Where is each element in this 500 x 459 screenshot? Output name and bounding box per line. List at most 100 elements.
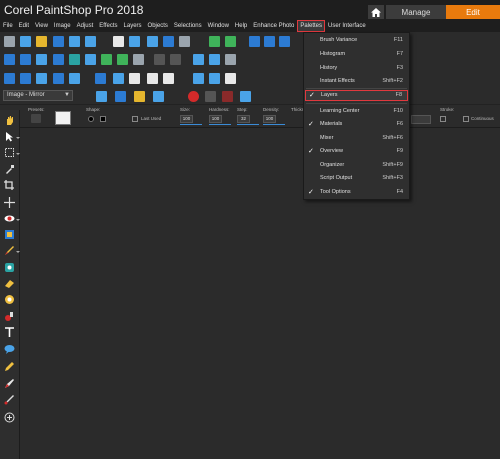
- dropper-tool[interactable]: [3, 163, 15, 175]
- menu-item-history[interactable]: History F3: [304, 63, 409, 74]
- menu-file[interactable]: File: [0, 20, 16, 32]
- script-folder-icon[interactable]: [134, 91, 145, 102]
- resize-icon[interactable]: [179, 36, 190, 47]
- tool-s-icon[interactable]: [113, 73, 124, 84]
- tool-k-icon[interactable]: [209, 54, 220, 65]
- menu-item-overview[interactable]: ✓ Overview F9: [304, 146, 409, 157]
- tool-p-icon[interactable]: [53, 73, 64, 84]
- tool-d-icon[interactable]: [53, 54, 64, 65]
- tool-x-icon[interactable]: [209, 73, 220, 84]
- tool-j-icon[interactable]: [193, 54, 204, 65]
- share-icon[interactable]: [113, 36, 124, 47]
- mirror-icon[interactable]: [163, 36, 174, 47]
- hardness-input[interactable]: 100: [209, 115, 222, 123]
- menu-adjust[interactable]: Adjust: [74, 20, 97, 32]
- menu-palettes[interactable]: Palettes: [297, 20, 325, 32]
- makeover-tool[interactable]: [3, 228, 15, 240]
- dodge-tool[interactable]: [3, 293, 15, 305]
- warp-tool[interactable]: [3, 377, 15, 389]
- tool-n-icon[interactable]: [20, 73, 31, 84]
- eraser-tool[interactable]: [3, 277, 15, 289]
- fill-tool[interactable]: [3, 310, 15, 322]
- tool-o-icon[interactable]: [36, 73, 47, 84]
- script-select[interactable]: Image - Mirror ▼: [3, 90, 73, 101]
- rotation-input[interactable]: [411, 115, 431, 124]
- tool-v-icon[interactable]: [163, 73, 174, 84]
- brush-preview[interactable]: [55, 111, 71, 125]
- tool-b-icon[interactable]: [20, 54, 31, 65]
- tool-l-icon[interactable]: [225, 54, 236, 65]
- menu-help[interactable]: Help: [232, 20, 250, 32]
- tool-a-icon[interactable]: [4, 54, 15, 65]
- menu-item-organizer[interactable]: Organizer Shift+F9: [304, 160, 409, 171]
- tool-c-icon[interactable]: [36, 54, 47, 65]
- menu-effects[interactable]: Effects: [96, 20, 120, 32]
- menu-item-tool-options[interactable]: ✓ Tool Options F4: [304, 187, 409, 198]
- tab-edit[interactable]: Edit: [446, 5, 500, 19]
- tool-u-icon[interactable]: [147, 73, 158, 84]
- save-script-icon[interactable]: [240, 91, 251, 102]
- move-tool[interactable]: [3, 196, 15, 208]
- text-tool[interactable]: [3, 326, 15, 338]
- tab-manage[interactable]: Manage: [386, 5, 446, 19]
- menu-item-instant-effects[interactable]: Instant Effects Shift+F2: [304, 76, 409, 87]
- tool-m-icon[interactable]: [4, 73, 15, 84]
- tool-q-icon[interactable]: [69, 73, 80, 84]
- chevron-down-icon[interactable]: [16, 153, 20, 155]
- menu-image[interactable]: Image: [51, 20, 74, 32]
- tool-g-icon[interactable]: [101, 54, 112, 65]
- workspace-canvas[interactable]: [21, 128, 500, 459]
- run-script-icon[interactable]: [96, 91, 107, 102]
- redo-icon[interactable]: [170, 54, 181, 65]
- pick-tool[interactable]: [3, 130, 15, 142]
- tool-r-icon[interactable]: [95, 73, 106, 84]
- script-save-icon[interactable]: [153, 91, 164, 102]
- chevron-down-icon[interactable]: [16, 137, 20, 139]
- record-icon[interactable]: [188, 91, 199, 102]
- view-3-icon[interactable]: [279, 36, 290, 47]
- new-file-icon[interactable]: [4, 36, 15, 47]
- menu-item-learning-center[interactable]: Learning Center F10: [304, 106, 409, 117]
- menu-edit[interactable]: Edit: [16, 20, 32, 32]
- pen-tool[interactable]: [3, 360, 15, 372]
- tool-t-icon[interactable]: [129, 73, 140, 84]
- view-2-icon[interactable]: [264, 36, 275, 47]
- menu-item-materials[interactable]: ✓ Materials F6: [304, 119, 409, 130]
- undo-green-icon[interactable]: [209, 36, 220, 47]
- density-input[interactable]: 100: [263, 115, 276, 123]
- menu-enhance-photo[interactable]: Enhance Photo: [250, 20, 297, 32]
- step-slider[interactable]: [237, 124, 259, 125]
- edit-script-icon[interactable]: [115, 91, 126, 102]
- tool-h-icon[interactable]: [117, 54, 128, 65]
- tool-y-icon[interactable]: [225, 73, 236, 84]
- step-input[interactable]: 32: [237, 115, 250, 123]
- red-eye-tool[interactable]: [3, 212, 15, 224]
- menu-user-interface[interactable]: User Interface: [325, 20, 369, 32]
- pause-icon[interactable]: [205, 91, 216, 102]
- size-slider[interactable]: [180, 124, 202, 125]
- menu-item-brush-variance[interactable]: Brush Variance F11: [304, 35, 409, 46]
- mesh-warp-tool[interactable]: [3, 393, 15, 405]
- clone-tool[interactable]: [3, 261, 15, 273]
- last-used-checkbox[interactable]: [132, 116, 138, 122]
- presets-icon[interactable]: [31, 114, 41, 123]
- crop-tool[interactable]: [3, 179, 15, 191]
- menu-objects[interactable]: Objects: [145, 20, 171, 32]
- crop-to-layer-icon[interactable]: [147, 36, 158, 47]
- pan-tool[interactable]: [3, 114, 15, 126]
- size-input[interactable]: 100: [180, 115, 193, 123]
- view-1-icon[interactable]: [249, 36, 260, 47]
- email-icon[interactable]: [129, 36, 140, 47]
- menu-item-mixer[interactable]: Mixer Shift+F6: [304, 133, 409, 144]
- menu-view[interactable]: View: [32, 20, 51, 32]
- redo-green-icon[interactable]: [225, 36, 236, 47]
- menu-window[interactable]: Window: [205, 20, 232, 32]
- shape-tool[interactable]: [3, 343, 15, 355]
- print-icon[interactable]: [69, 36, 80, 47]
- square-shape-icon[interactable]: [100, 116, 106, 122]
- selection-tool[interactable]: [3, 146, 15, 158]
- menu-item-histogram[interactable]: Histogram F7: [304, 49, 409, 60]
- density-slider[interactable]: [263, 124, 285, 125]
- new-from-template-icon[interactable]: [20, 36, 31, 47]
- paint-brush-tool[interactable]: [3, 244, 15, 256]
